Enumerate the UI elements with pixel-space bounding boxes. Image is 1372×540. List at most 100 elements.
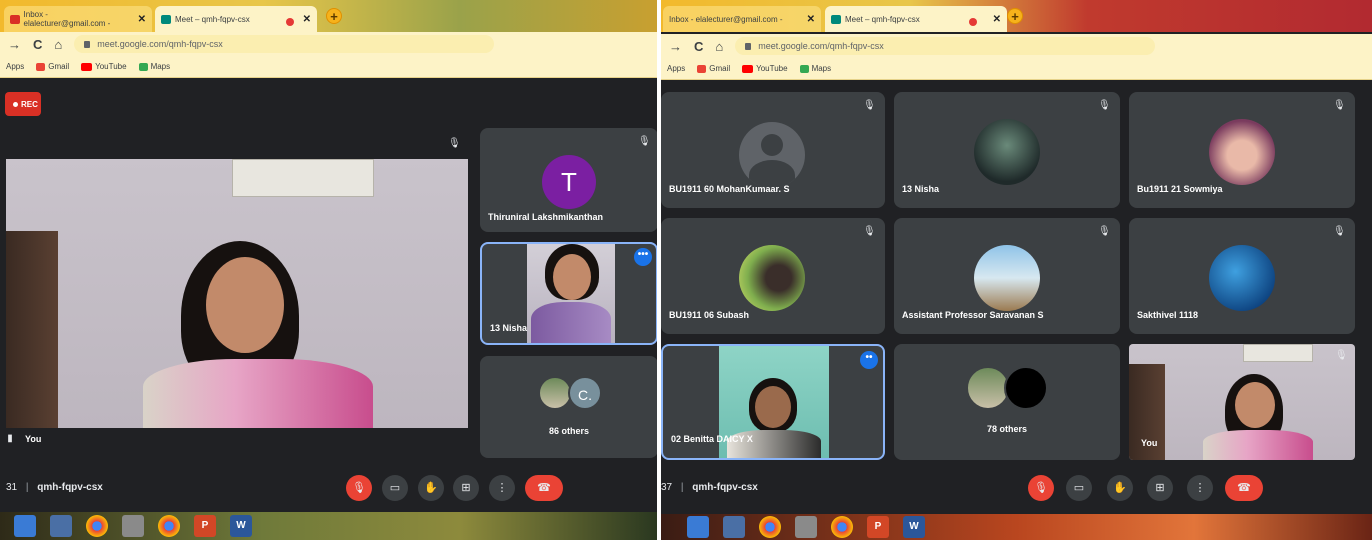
more-options-button[interactable]: ⋮ [1187, 475, 1213, 501]
participant-tile[interactable]: 🎙 Bu1911 21 Sowmiya [1129, 92, 1355, 208]
participant-name: BU1911 60 MohanKumaar. S [669, 184, 790, 194]
self-view-tile[interactable]: 🎙 You [1129, 344, 1355, 460]
file-explorer-icon[interactable] [14, 515, 36, 537]
person-clothing [1203, 430, 1313, 460]
bookmarks-bar: Apps Gmail YouTube Maps [0, 56, 657, 78]
chrome-icon[interactable] [158, 515, 180, 537]
powerpoint-icon[interactable]: P [867, 516, 889, 538]
maps-icon [799, 64, 809, 73]
participant-name: 02 Benitta DAICY X [671, 434, 753, 444]
bookmark-youtube[interactable]: YouTube [742, 64, 788, 73]
mic-off-icon: 🎙 [1333, 100, 1346, 111]
url-text: meet.google.com/qmh-fqpv-csx [97, 39, 223, 49]
others-tile[interactable]: 78 others [894, 344, 1120, 460]
bookmark-apps[interactable]: Apps [6, 62, 24, 71]
door-image [6, 231, 58, 428]
bookmark-label: Maps [811, 64, 832, 73]
present-button[interactable]: ⊞ [1147, 475, 1173, 501]
person-face [755, 386, 791, 428]
home-icon[interactable]: ⌂ [54, 37, 62, 52]
meeting-time: 37 [661, 482, 673, 493]
mic-toggle-button[interactable]: 🎙 [346, 475, 372, 501]
camera-toggle-button[interactable]: ▭ [382, 475, 408, 501]
participant-tile[interactable]: 🎙 T Thiruniral Lakshmikanthan [480, 128, 657, 232]
participant-name: Sakthivel 1118 [1137, 310, 1199, 320]
tab-inbox[interactable]: Inbox - elalecturer@gmail.com - ✕ [663, 6, 821, 32]
more-options-icon[interactable]: ••• [634, 248, 652, 266]
recording-indicator-icon [286, 18, 294, 26]
bookmark-youtube[interactable]: YouTube [81, 62, 127, 71]
calculator-icon[interactable] [723, 516, 745, 538]
participant-tile[interactable]: 🎙 13 Nisha [894, 92, 1120, 208]
bookmark-maps[interactable]: Maps [138, 62, 170, 71]
gmail-icon [10, 14, 20, 24]
meeting-info: 31 | qmh-fqpv-csx [6, 482, 103, 493]
maps-icon [138, 62, 148, 71]
mic-off-icon: ▮ [7, 433, 13, 444]
close-tab-icon[interactable]: ✕ [987, 14, 1001, 25]
powerpoint-icon[interactable]: P [194, 515, 216, 537]
snipping-tool-icon[interactable] [122, 515, 144, 537]
chrome-icon[interactable] [86, 515, 108, 537]
close-tab-icon[interactable]: ✕ [132, 14, 146, 25]
chrome-icon[interactable] [831, 516, 853, 538]
browser-toolbar: → C ⌂ meet.google.com/qmh-fqpv-csx [0, 32, 657, 56]
meeting-code: qmh-fqpv-csx [37, 482, 103, 493]
person-clothing [143, 359, 373, 428]
mic-off-icon: 🎙 [863, 226, 876, 237]
person-face [553, 254, 591, 300]
participant-tile[interactable]: 🎙 BU1911 06 Subash [661, 218, 885, 334]
close-tab-icon[interactable]: ✕ [297, 14, 311, 25]
address-bar[interactable]: meet.google.com/qmh-fqpv-csx [735, 37, 1156, 55]
reload-icon[interactable]: C [694, 39, 703, 54]
tab-meet[interactable]: Meet – qmh-fqpv-csx ✕ [155, 6, 317, 32]
forward-icon[interactable]: → [669, 39, 682, 54]
more-options-button[interactable]: ⋮ [489, 475, 515, 501]
avatar: C. [568, 376, 602, 410]
bookmark-maps[interactable]: Maps [799, 64, 832, 73]
calculator-icon[interactable] [50, 515, 72, 537]
tab-inbox[interactable]: Inbox - elalecturer@gmail.com - ✕ [4, 6, 152, 32]
raise-hand-button[interactable]: ✋ [418, 475, 444, 501]
file-explorer-icon[interactable] [687, 516, 709, 538]
participant-name: Assistant Professor Saravanan S [902, 310, 1044, 320]
meet-icon [161, 14, 171, 24]
word-icon[interactable]: W [903, 516, 925, 538]
url-text: meet.google.com/qmh-fqpv-csx [758, 41, 884, 51]
mic-toggle-button[interactable]: 🎙 [1028, 475, 1054, 501]
participant-tile[interactable]: •• 02 Benitta DAICY X [661, 344, 885, 460]
chrome-icon[interactable] [759, 516, 781, 538]
word-icon[interactable]: W [230, 515, 252, 537]
leave-call-button[interactable]: ☎ [525, 475, 563, 501]
close-tab-icon[interactable]: ✕ [801, 14, 815, 25]
home-icon[interactable]: ⌂ [715, 39, 723, 54]
forward-icon[interactable]: → [8, 37, 21, 52]
bookmark-apps[interactable]: Apps [667, 64, 685, 73]
main-video-tile[interactable] [6, 159, 468, 428]
participant-tile[interactable]: ••• 13 Nisha [480, 242, 657, 345]
meeting-code: qmh-fqpv-csx [692, 482, 758, 493]
camera-toggle-button[interactable]: ▭ [1066, 475, 1092, 501]
left-meet-window: Inbox - elalecturer@gmail.com - ✕ Meet –… [0, 0, 657, 540]
tab-meet[interactable]: Meet – qmh-fqpv-csx ✕ [825, 6, 1007, 32]
recording-indicator-icon [969, 18, 977, 26]
participant-tile[interactable]: 🎙 Assistant Professor Saravanan S [894, 218, 1120, 334]
bookmark-gmail[interactable]: Gmail [697, 64, 730, 73]
others-tile[interactable]: C. 86 others [480, 356, 657, 458]
leave-call-button[interactable]: ☎ [1225, 475, 1263, 501]
participant-tile[interactable]: 🎙 Sakthivel 1118 [1129, 218, 1355, 334]
person-face [1235, 382, 1275, 428]
mic-off-icon: 🎙 [638, 136, 651, 147]
snipping-tool-icon[interactable] [795, 516, 817, 538]
new-tab-button[interactable]: + [326, 8, 342, 24]
address-bar[interactable]: meet.google.com/qmh-fqpv-csx [74, 35, 495, 53]
present-button[interactable]: ⊞ [453, 475, 479, 501]
avatar: T [542, 155, 596, 209]
taskbar: P W [0, 512, 657, 540]
raise-hand-button[interactable]: ✋ [1107, 475, 1133, 501]
bookmark-gmail[interactable]: Gmail [36, 62, 69, 71]
reload-icon[interactable]: C [33, 37, 42, 52]
participant-tile[interactable]: 🎙 BU1911 60 MohanKumaar. S [661, 92, 885, 208]
more-options-icon[interactable]: •• [860, 351, 878, 369]
new-tab-button[interactable]: + [1007, 8, 1023, 24]
